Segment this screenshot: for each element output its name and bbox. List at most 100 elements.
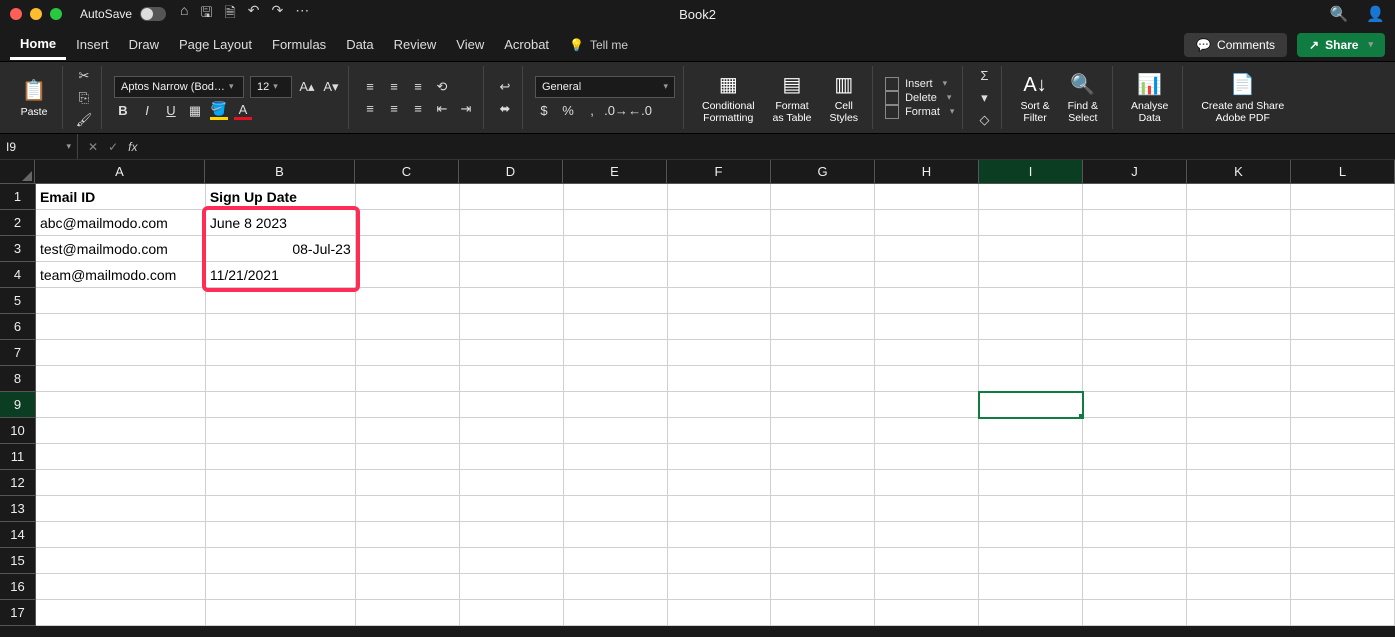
cell-K11[interactable] <box>1187 444 1291 470</box>
formula-input[interactable] <box>147 134 1395 159</box>
cell-C4[interactable] <box>356 262 460 288</box>
row-header-14[interactable]: 14 <box>0 522 36 548</box>
cell-L16[interactable] <box>1291 574 1395 600</box>
align-top-icon[interactable]: ≡ <box>361 78 379 96</box>
tab-acrobat[interactable]: Acrobat <box>494 31 559 58</box>
cell-I12[interactable] <box>979 470 1083 496</box>
cell-C15[interactable] <box>356 548 460 574</box>
cell-G5[interactable] <box>771 288 875 314</box>
insert-cells-button[interactable]: Insert▾ <box>885 77 954 91</box>
number-format-select[interactable]: General▾ <box>535 76 675 98</box>
cell-C8[interactable] <box>356 366 460 392</box>
maximize-window-icon[interactable] <box>50 8 62 20</box>
cell-D8[interactable] <box>460 366 564 392</box>
cell-B7[interactable] <box>206 340 356 366</box>
undo-icon[interactable]: ↶ <box>248 2 260 26</box>
cell-A3[interactable]: test@mailmodo.com <box>36 236 206 262</box>
cell-H1[interactable] <box>875 184 979 210</box>
cell-I14[interactable] <box>979 522 1083 548</box>
cell-F3[interactable] <box>668 236 772 262</box>
cell-D13[interactable] <box>460 496 564 522</box>
row-header-11[interactable]: 11 <box>0 444 36 470</box>
cell-L2[interactable] <box>1291 210 1395 236</box>
orientation-icon[interactable]: ⟲ <box>433 78 451 96</box>
cell-C16[interactable] <box>356 574 460 600</box>
paste-button[interactable]: 📋 Paste <box>14 77 54 119</box>
cell-B8[interactable] <box>206 366 356 392</box>
tab-page-layout[interactable]: Page Layout <box>169 31 262 58</box>
cell-K7[interactable] <box>1187 340 1291 366</box>
decrease-font-icon[interactable]: A▾ <box>322 78 340 96</box>
cell-F2[interactable] <box>668 210 772 236</box>
conditional-formatting-button[interactable]: ▦Conditional Formatting <box>696 66 761 129</box>
cell-E9[interactable] <box>564 392 668 418</box>
enter-icon[interactable]: ✓ <box>108 140 118 154</box>
align-bottom-icon[interactable]: ≡ <box>409 78 427 96</box>
cell-F7[interactable] <box>668 340 772 366</box>
currency-icon[interactable]: $ <box>535 102 553 120</box>
row-header-13[interactable]: 13 <box>0 496 36 522</box>
more-icon[interactable]: ⋯ <box>295 2 309 26</box>
cell-J13[interactable] <box>1083 496 1187 522</box>
cell-I4[interactable] <box>979 262 1083 288</box>
cell-C17[interactable] <box>356 600 460 626</box>
cell-A6[interactable] <box>36 314 206 340</box>
cell-K12[interactable] <box>1187 470 1291 496</box>
cell-I9[interactable] <box>979 392 1083 418</box>
cell-K15[interactable] <box>1187 548 1291 574</box>
redo-icon[interactable]: ↷ <box>271 2 283 26</box>
cell-C1[interactable] <box>356 184 460 210</box>
cell-F13[interactable] <box>668 496 772 522</box>
row-header-12[interactable]: 12 <box>0 470 36 496</box>
save-icon[interactable]: 🖫 <box>201 2 213 26</box>
cell-K16[interactable] <box>1187 574 1291 600</box>
cell-C10[interactable] <box>356 418 460 444</box>
cell-H15[interactable] <box>875 548 979 574</box>
sort-filter-button[interactable]: A↓Sort & Filter <box>1014 66 1055 129</box>
cell-I15[interactable] <box>979 548 1083 574</box>
cell-L14[interactable] <box>1291 522 1395 548</box>
cell-E17[interactable] <box>564 600 668 626</box>
cell-A9[interactable] <box>36 392 206 418</box>
cell-E5[interactable] <box>564 288 668 314</box>
cell-D11[interactable] <box>460 444 564 470</box>
cell-A2[interactable]: abc@mailmodo.com <box>36 210 206 236</box>
cell-G3[interactable] <box>771 236 875 262</box>
cell-L4[interactable] <box>1291 262 1395 288</box>
cell-J16[interactable] <box>1083 574 1187 600</box>
cell-B1[interactable]: Sign Up Date <box>206 184 356 210</box>
tab-view[interactable]: View <box>446 31 494 58</box>
underline-icon[interactable]: U <box>162 102 180 120</box>
cell-C2[interactable] <box>356 210 460 236</box>
cell-A14[interactable] <box>36 522 206 548</box>
row-header-15[interactable]: 15 <box>0 548 36 574</box>
cell-K14[interactable] <box>1187 522 1291 548</box>
cell-D5[interactable] <box>460 288 564 314</box>
cell-D15[interactable] <box>460 548 564 574</box>
cell-J8[interactable] <box>1083 366 1187 392</box>
cell-D7[interactable] <box>460 340 564 366</box>
cell-A5[interactable] <box>36 288 206 314</box>
account-icon[interactable]: 👤 <box>1366 5 1385 23</box>
cell-B13[interactable] <box>206 496 356 522</box>
cell-C5[interactable] <box>356 288 460 314</box>
column-header-G[interactable]: G <box>771 160 875 184</box>
search-icon[interactable]: 🔍 <box>1330 5 1349 23</box>
cell-A7[interactable] <box>36 340 206 366</box>
column-header-J[interactable]: J <box>1083 160 1187 184</box>
autosum-icon[interactable]: Σ <box>975 67 993 85</box>
column-header-A[interactable]: A <box>35 160 205 184</box>
cell-J2[interactable] <box>1083 210 1187 236</box>
cell-F4[interactable] <box>668 262 772 288</box>
cell-B11[interactable] <box>206 444 356 470</box>
fill-icon[interactable]: ▾ <box>975 89 993 107</box>
tab-review[interactable]: Review <box>384 31 447 58</box>
cell-E4[interactable] <box>564 262 668 288</box>
tab-data[interactable]: Data <box>336 31 383 58</box>
select-all-corner[interactable] <box>0 160 35 184</box>
cell-G2[interactable] <box>771 210 875 236</box>
cell-E14[interactable] <box>564 522 668 548</box>
column-header-H[interactable]: H <box>875 160 979 184</box>
cell-styles-button[interactable]: ▥Cell Styles <box>823 66 864 129</box>
cell-J6[interactable] <box>1083 314 1187 340</box>
